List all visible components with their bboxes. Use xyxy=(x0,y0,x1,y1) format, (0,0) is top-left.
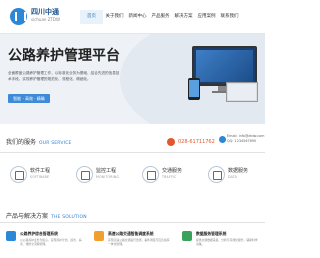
solution-icon xyxy=(94,231,104,241)
hero-banner: 公路养护管理平台 全面覆盖公路养护管理工作，以标准化业务为基础，结合先进的信息技… xyxy=(0,34,265,124)
service-item-traffic[interactable]: 交通服务 TRAFFIC xyxy=(132,158,198,200)
monitor-icon xyxy=(76,166,93,183)
service-name-en: MONITORING xyxy=(96,175,120,179)
phone-illustration xyxy=(188,78,200,100)
main-nav: 首页 关于我们 新闻中心 产品服务 解决方案 应用案例 联系我们 xyxy=(80,10,241,24)
solution-title: 高速公路交通智能调度系统 xyxy=(108,231,154,236)
divider xyxy=(0,152,265,153)
solution-description: 以公路养护业务为核心，实现养护计划、巡查、病害、维修全流程管理。 xyxy=(20,238,82,246)
service-name: 监控工程 xyxy=(96,168,117,174)
site-header: 四川中通 sichuan ZTDW 首页 关于我们 新闻中心 产品服务 解决方案… xyxy=(0,0,265,34)
solution-item[interactable]: 高速公路交通智能调度系统 实现高速公路交通运行监测、事件调度与应急指挥一体化管理… xyxy=(88,228,176,258)
solution-description: 实现高速公路交通运行监测、事件调度与应急指挥一体化管理。 xyxy=(108,238,170,246)
service-name: 数据服务 xyxy=(228,168,249,174)
solution-icon xyxy=(182,231,192,241)
solution-title: 数据服务管理系统 xyxy=(196,231,227,236)
services-list: 软件工程 SOFTWARE 监控工程 MONITORING 交通服务 TRAFF… xyxy=(0,158,265,200)
banner-description: 全面覆盖公路养护管理工作，以标准化业务为基础，结合先进的信息技术手段，实现养护管… xyxy=(8,71,120,81)
traffic-icon xyxy=(142,166,159,183)
solution-icon xyxy=(6,231,16,241)
service-item-monitoring[interactable]: 监控工程 MONITORING xyxy=(66,158,132,200)
solutions-title-en: THE SOLUTION xyxy=(51,215,87,220)
contact-line: QQ: 1234567890 xyxy=(227,139,257,143)
solutions-heading: 产品与解决方案 THE SOLUTION xyxy=(6,211,87,220)
solution-title: 公路养护综合管理系统 xyxy=(20,231,58,236)
solution-item[interactable]: 数据服务管理系统 提供交通数据采集、分析与可视化服务，辅助科学决策。 xyxy=(176,228,264,258)
service-name: 交通服务 xyxy=(162,168,183,174)
solution-description: 提供交通数据采集、分析与可视化服务，辅助科学决策。 xyxy=(196,238,258,246)
nav-cases[interactable]: 应用案例 xyxy=(195,10,218,24)
phone-icon xyxy=(167,137,175,146)
service-name-en: TRAFFIC xyxy=(162,175,177,179)
service-name: 软件工程 xyxy=(30,168,51,174)
services-title-en: OUR SERVICE xyxy=(39,141,72,146)
contact-phone[interactable]: 028-61711762 xyxy=(167,137,215,146)
divider xyxy=(0,222,265,223)
service-name-en: SOFTWARE xyxy=(30,175,50,179)
nav-about[interactable]: 关于我们 xyxy=(103,10,126,24)
data-icon xyxy=(208,166,225,183)
logo[interactable]: 四川中通 sichuan ZTDW xyxy=(10,7,70,27)
phone-number: 028-61711762 xyxy=(178,138,215,145)
services-heading: 我们的服务 OUR SERVICE xyxy=(6,137,72,146)
service-item-data[interactable]: 数据服务 DATA xyxy=(198,158,264,200)
banner-button[interactable]: 智能 · 高效 · 精确 xyxy=(8,94,50,103)
software-icon xyxy=(10,166,27,183)
solution-item[interactable]: 公路养护综合管理系统 以公路养护业务为核心，实现养护计划、巡查、病害、维修全流程… xyxy=(0,228,88,258)
nav-solutions[interactable]: 解决方案 xyxy=(172,10,195,24)
nav-products[interactable]: 产品服务 xyxy=(149,10,172,24)
laptop-illustration xyxy=(226,82,258,102)
service-name-en: DATA xyxy=(228,175,238,179)
logo-icon xyxy=(10,8,27,25)
monitor-illustration xyxy=(192,46,257,86)
nav-news[interactable]: 新闻中心 xyxy=(126,10,149,24)
solutions-title: 产品与解决方案 xyxy=(6,213,49,220)
logo-subtitle: sichuan ZTDW xyxy=(31,17,60,22)
service-item-software[interactable]: 软件工程 SOFTWARE xyxy=(0,158,66,200)
contact-icon xyxy=(219,136,226,143)
nav-contact[interactable]: 联系我们 xyxy=(218,10,241,24)
services-title: 我们的服务 xyxy=(6,139,37,146)
solutions-list: 公路养护综合管理系统 以公路养护业务为核心，实现养护计划、巡查、病害、维修全流程… xyxy=(0,228,265,258)
logo-name: 四川中通 xyxy=(31,8,59,16)
banner-title: 公路养护管理平台 xyxy=(8,48,120,64)
contact-info: Email: info@ztdw.com QQ: 1234567890 xyxy=(227,134,264,144)
nav-home[interactable]: 首页 xyxy=(80,10,103,24)
